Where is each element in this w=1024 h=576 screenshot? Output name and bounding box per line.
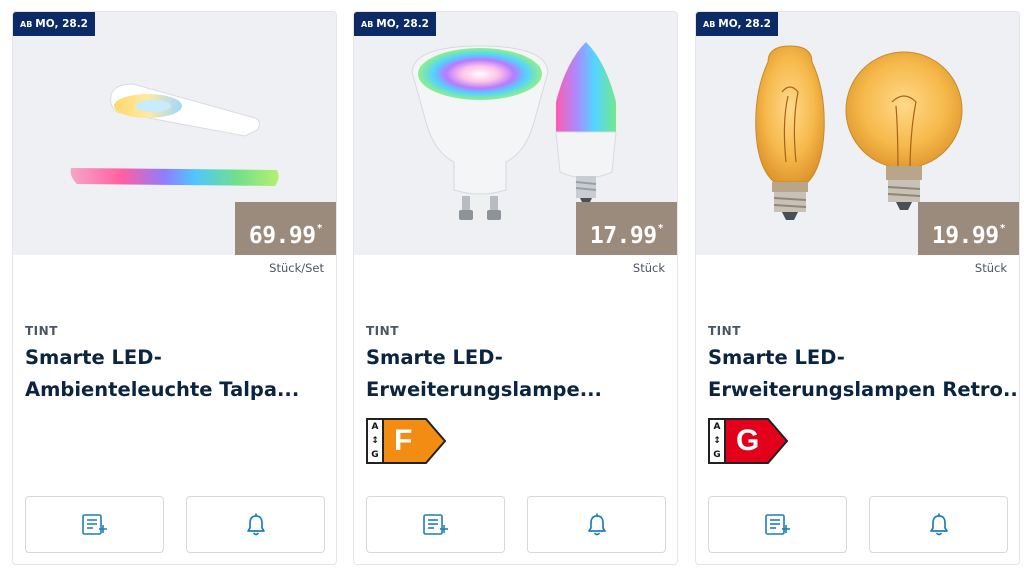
price-unit: Stück <box>974 261 1007 275</box>
date-badge: AB MO, 28.2 <box>354 12 436 36</box>
price-alert-button[interactable] <box>527 496 666 553</box>
energy-scale-arrow-icon: ↕ <box>371 436 379 446</box>
energy-scale: A ↕ G <box>366 418 382 464</box>
add-to-shopping-list-button[interactable] <box>366 496 505 553</box>
energy-class-letter: G <box>736 424 760 457</box>
product-card[interactable]: AB MO, 28.2 69.99* Stück/Set TINT Smarte … <box>12 11 337 565</box>
shopping-list-add-icon <box>422 513 448 535</box>
brand-label: TINT <box>708 324 741 338</box>
product-title[interactable]: Smarte LED- Ambienteleuchte Talpa... <box>25 342 325 406</box>
product-card[interactable]: AB MO, 28.2 19.99* Stück TINT Smarte LED-… <box>695 11 1020 565</box>
date-badge: AB MO, 28.2 <box>13 12 95 36</box>
product-title[interactable]: Smarte LED- Erweiterungslampe... <box>366 342 666 406</box>
shopping-list-add-icon <box>764 513 790 535</box>
shopping-list-add-icon <box>81 513 107 535</box>
product-image[interactable]: AB MO, 28.2 19.99* <box>696 12 1019 255</box>
bell-icon <box>246 513 265 535</box>
energy-class-arrow: F <box>382 418 446 464</box>
price-alert-button[interactable] <box>186 496 325 553</box>
add-to-shopping-list-button[interactable] <box>25 496 164 553</box>
product-image[interactable]: AB MO, 28.2 69.99* <box>13 12 336 255</box>
price-alert-button[interactable] <box>869 496 1008 553</box>
bell-icon <box>587 513 606 535</box>
energy-label[interactable]: A ↕ G F <box>366 418 446 464</box>
energy-class-arrow: G <box>724 418 788 464</box>
price-tag: 19.99* <box>918 202 1019 255</box>
bell-icon <box>929 513 948 535</box>
product-title[interactable]: Smarte LED- Erweiterungslampen Retro... <box>708 342 1019 406</box>
energy-scale-arrow-icon: ↕ <box>713 436 721 446</box>
price-tag: 17.99* <box>576 202 677 255</box>
energy-scale: A ↕ G <box>708 418 724 464</box>
date-badge: AB MO, 28.2 <box>696 12 778 36</box>
product-card[interactable]: AB MO, 28.2 17.99* Stück TINT Smarte LED-… <box>353 11 678 565</box>
brand-label: TINT <box>366 324 399 338</box>
price-unit: Stück <box>632 261 665 275</box>
add-to-shopping-list-button[interactable] <box>708 496 847 553</box>
energy-class-letter: F <box>394 424 413 457</box>
price-tag: 69.99* <box>235 202 336 255</box>
product-image[interactable]: AB MO, 28.2 17.99* <box>354 12 677 255</box>
energy-label[interactable]: A ↕ G G <box>708 418 788 464</box>
brand-label: TINT <box>25 324 58 338</box>
price-unit: Stück/Set <box>269 261 324 275</box>
